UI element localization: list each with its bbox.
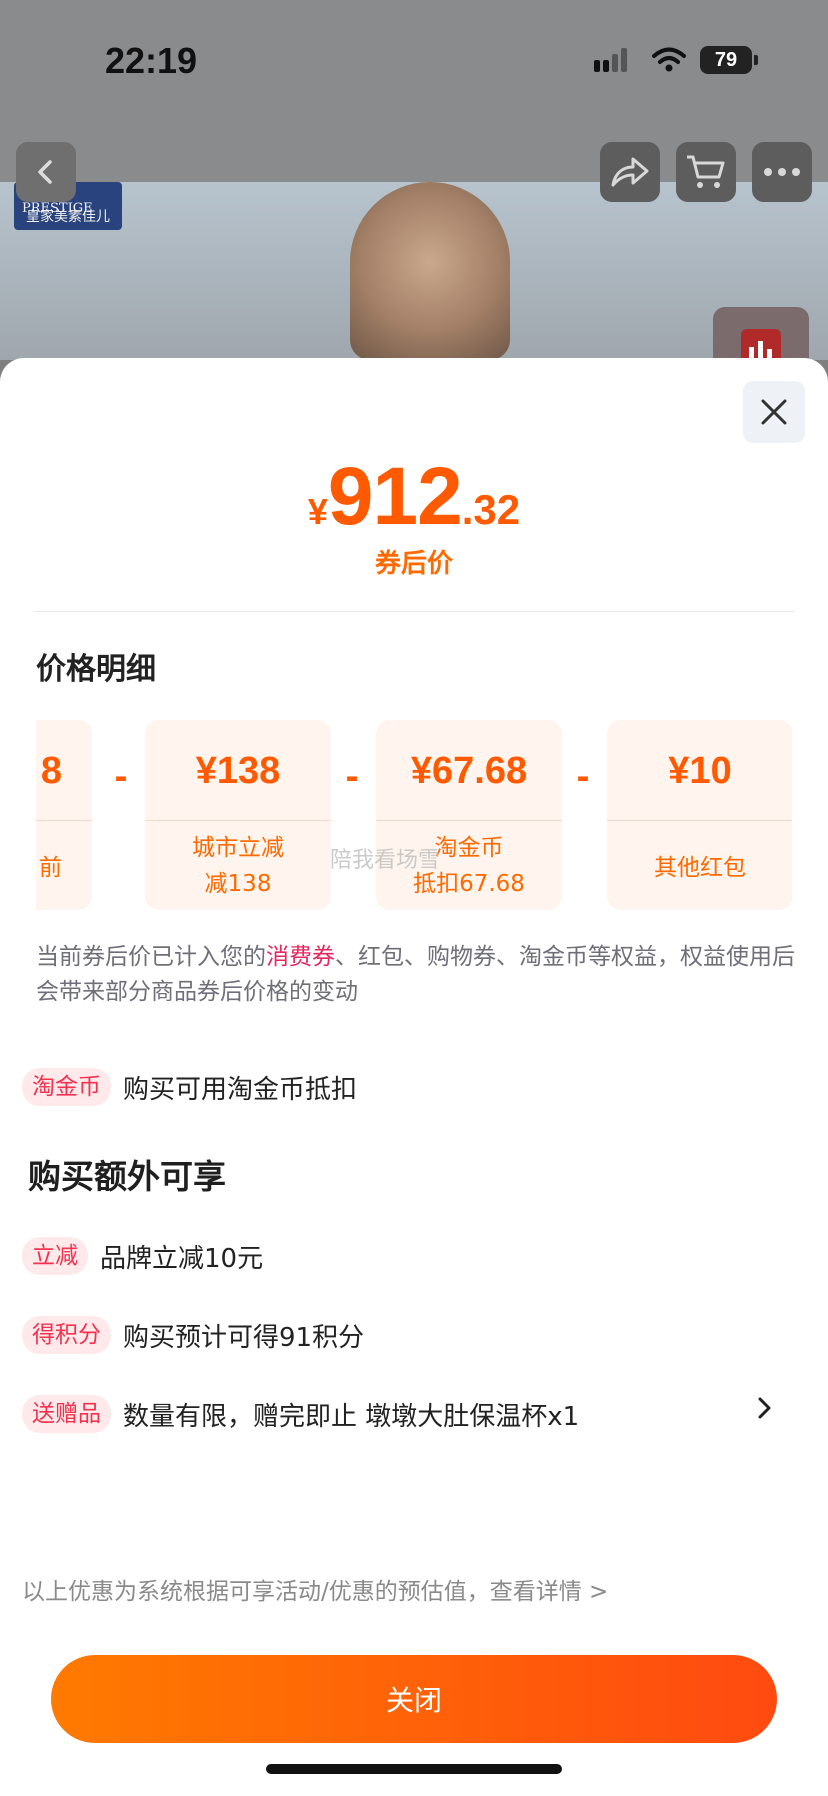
- brand-logo-bottom-text: 皇家美素佳儿: [26, 209, 110, 225]
- card-desc: 城市立减减138: [145, 830, 331, 902]
- cart-icon: [687, 155, 725, 188]
- breakdown-card: ¥10 其他红包: [607, 720, 792, 910]
- home-indicator: [266, 1764, 562, 1774]
- close-button[interactable]: 关闭: [51, 1655, 777, 1743]
- price-detail-sheet: ¥912.32 券后价 价格明细 8 前 - ¥138 城市立减减138 - ¥…: [0, 358, 828, 1796]
- extra-benefits-title: 购买额外可享: [28, 1157, 226, 1196]
- price-decimal: .32: [461, 486, 521, 533]
- card-desc-line1: 淘金币: [434, 835, 504, 861]
- close-sheet-button[interactable]: [743, 381, 805, 443]
- more-button[interactable]: [752, 142, 812, 202]
- card-desc-line1: 城市立减: [192, 835, 284, 861]
- benefit-tag: 立减: [22, 1237, 88, 1275]
- price-integer: 912: [327, 451, 463, 542]
- section-title: 价格明细: [36, 652, 156, 687]
- cart-button[interactable]: [676, 142, 736, 202]
- final-price: ¥912.32: [0, 450, 828, 544]
- note-highlight-link[interactable]: 消费券: [266, 944, 335, 970]
- price-breakdown-cards[interactable]: 8 前 - ¥138 城市立减 减138 - ¥67.68 淘金币 抵扣67.68 …: [36, 720, 792, 910]
- card-divider: [145, 820, 331, 821]
- close-icon: [761, 399, 787, 425]
- card-divider: [376, 820, 562, 821]
- card-amount: ¥10: [668, 750, 732, 792]
- card-amount: ¥67.68: [410, 750, 528, 792]
- more-icon: [764, 168, 800, 176]
- coin-tag: 淘金币: [22, 1068, 111, 1106]
- minus-sign: -: [345, 758, 359, 796]
- chevron-right-icon[interactable]: [752, 1396, 776, 1420]
- gift-row[interactable]: 送赠品 数量有限，赠完即止 墩墩大肚保温杯x1: [22, 1393, 782, 1435]
- back-icon: [38, 160, 52, 184]
- card-divider: [607, 820, 792, 821]
- card-divider: [36, 820, 92, 821]
- divider: [34, 611, 794, 612]
- card-desc-line2: 抵扣67.68: [413, 871, 525, 897]
- note-text-1: 当前券后价已计入您的: [36, 944, 266, 970]
- back-button[interactable]: [16, 142, 76, 202]
- breakdown-card: ¥67.68 淘金币抵扣67.68: [376, 720, 562, 910]
- watermark-text: 陪我看场雪: [330, 848, 441, 873]
- price-label: 券后价: [374, 549, 453, 579]
- benefit-text: 数量有限，赠完即止 墩墩大肚保温杯x1: [123, 1401, 580, 1432]
- banner-child-photo: [350, 182, 510, 360]
- price-currency: ¥: [307, 491, 328, 532]
- minus-sign: -: [114, 758, 128, 796]
- share-button[interactable]: [600, 142, 660, 202]
- breakdown-card: ¥138 城市立减减138: [145, 720, 331, 910]
- card-desc: 其他红包: [654, 855, 746, 881]
- benefit-tag: 得积分: [22, 1316, 111, 1354]
- status-time: 22:19: [105, 40, 198, 81]
- benefit-text: 购买预计可得91积分: [123, 1322, 365, 1353]
- share-icon: [611, 157, 649, 187]
- benefit-text: 品牌立减10元: [100, 1243, 264, 1274]
- view-details-link[interactable]: 以上优惠为系统根据可享活动/优惠的预估值，查看详情 >: [22, 1572, 608, 1606]
- benefit-tag: 送赠品: [22, 1395, 111, 1433]
- minus-sign: -: [576, 758, 590, 796]
- card-desc-line2: 减138: [204, 871, 272, 897]
- coin-row: 淘金币 购买可用淘金币抵扣: [22, 1066, 357, 1108]
- card-desc: 前: [39, 855, 62, 881]
- wifi-icon: [652, 46, 686, 78]
- signal-icon: [594, 48, 634, 78]
- breakdown-card: 8 前: [36, 720, 92, 910]
- card-amount: ¥138: [195, 750, 281, 792]
- battery-indicator: 79: [700, 46, 758, 74]
- benefit-row: 立减 品牌立减10元: [22, 1235, 263, 1277]
- status-bar: 22:19 79: [0, 0, 828, 120]
- price-note: 当前券后价已计入您的消费券、红包、购物券、淘金币等权益，权益使用后会带来部分商品…: [36, 940, 796, 1010]
- card-amount: 8: [40, 750, 62, 792]
- benefit-row: 得积分 购买预计可得91积分: [22, 1314, 364, 1356]
- coin-row-text: 购买可用淘金币抵扣: [123, 1074, 358, 1105]
